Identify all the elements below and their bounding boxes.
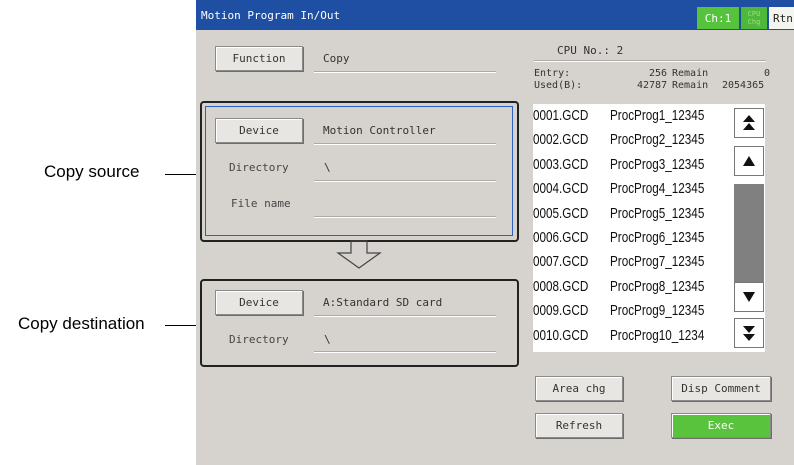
source-directory-underline bbox=[314, 181, 496, 182]
function-button[interactable]: Function bbox=[215, 46, 303, 71]
program-name[interactable]: ProcProg6_12345 bbox=[610, 229, 704, 246]
destination-device-button[interactable]: Device bbox=[215, 290, 303, 315]
file-number[interactable]: 0002.GCD bbox=[533, 131, 588, 148]
destination-device-underline bbox=[314, 316, 496, 317]
refresh-button[interactable]: Refresh bbox=[535, 413, 623, 438]
file-list[interactable]: 0001.GCD ProcProg1_12345 0002.GCD ProcProg2… bbox=[533, 104, 765, 352]
entry-value: 256 bbox=[649, 68, 668, 79]
program-name[interactable]: ProcProg7_12345 bbox=[610, 253, 704, 270]
cpu-number-underline bbox=[534, 61, 766, 62]
source-device-button[interactable]: Device bbox=[215, 118, 303, 143]
double-up-arrow-icon[interactable] bbox=[734, 108, 764, 138]
copy-destination-leader-line bbox=[165, 325, 199, 326]
double-down-arrow-icon[interactable] bbox=[734, 318, 764, 348]
program-name[interactable]: ProcProg3_12345 bbox=[610, 156, 704, 173]
file-number[interactable]: 0005.GCD bbox=[533, 205, 588, 222]
copy-source-callout: Copy source bbox=[44, 162, 140, 181]
channel-button[interactable]: Ch:1 bbox=[697, 7, 739, 29]
function-underline bbox=[314, 72, 496, 73]
program-name[interactable]: ProcProg4_12345 bbox=[610, 180, 704, 197]
source-device-value: Motion Controller bbox=[323, 124, 436, 137]
program-name[interactable]: ProcProg10_1234 bbox=[610, 327, 704, 344]
display-comment-button[interactable]: Disp Comment bbox=[671, 376, 771, 401]
cpu-change-button[interactable]: CPU Chg bbox=[741, 7, 767, 29]
file-number[interactable]: 0003.GCD bbox=[533, 156, 588, 173]
entry-remain-label: Remain bbox=[672, 68, 709, 79]
entry-remain-value: 0 bbox=[764, 68, 771, 79]
file-number[interactable]: 0001.GCD bbox=[533, 107, 588, 124]
copy-source-leader-line bbox=[165, 174, 199, 175]
program-name[interactable]: ProcProg8_12345 bbox=[610, 278, 704, 295]
used-remain-value: 2054365 bbox=[722, 80, 765, 91]
execute-button[interactable]: Exec bbox=[671, 413, 771, 438]
used-label: Used(B): bbox=[534, 80, 583, 91]
destination-device-value: A:Standard SD card bbox=[323, 296, 443, 309]
file-number[interactable]: 0004.GCD bbox=[533, 180, 588, 197]
source-directory-label: Directory bbox=[229, 161, 289, 174]
program-name[interactable]: ProcProg2_12345 bbox=[610, 131, 704, 148]
up-arrow-icon[interactable] bbox=[734, 146, 764, 176]
cpu-number-label: CPU No.: 2 bbox=[557, 44, 624, 57]
source-directory-value[interactable]: \ bbox=[324, 161, 331, 174]
program-name[interactable]: ProcProg1_12345 bbox=[610, 107, 704, 124]
file-number[interactable]: 0008.GCD bbox=[533, 278, 588, 295]
function-value: Copy bbox=[323, 52, 350, 65]
return-button[interactable]: Rtn bbox=[769, 7, 794, 29]
down-arrow-icon[interactable] bbox=[734, 282, 764, 312]
file-list-scrollbar[interactable] bbox=[734, 108, 764, 348]
source-device-underline bbox=[314, 144, 496, 145]
used-remain-label: Remain bbox=[672, 80, 709, 91]
down-arrow-outline-icon bbox=[336, 240, 382, 269]
source-filename-label: File name bbox=[231, 197, 291, 210]
destination-directory-value[interactable]: \ bbox=[324, 333, 331, 346]
file-number[interactable]: 0010.GCD bbox=[533, 327, 588, 344]
file-number[interactable]: 0007.GCD bbox=[533, 253, 588, 270]
source-filename-underline bbox=[314, 217, 496, 218]
window-title: Motion Program In/Out bbox=[201, 9, 341, 22]
program-name[interactable]: ProcProg5_12345 bbox=[610, 205, 704, 222]
entry-label: Entry: bbox=[534, 68, 571, 79]
program-name[interactable]: ProcProg9_12345 bbox=[610, 302, 704, 319]
area-change-button[interactable]: Area chg bbox=[535, 376, 623, 401]
file-number[interactable]: 0009.GCD bbox=[533, 302, 588, 319]
destination-directory-label: Directory bbox=[229, 333, 289, 346]
file-number[interactable]: 0006.GCD bbox=[533, 229, 588, 246]
copy-destination-callout: Copy destination bbox=[18, 314, 145, 333]
used-value: 42787 bbox=[637, 80, 668, 91]
scroll-track[interactable] bbox=[734, 184, 764, 288]
destination-directory-underline bbox=[314, 352, 496, 353]
title-bar: Motion Program In/Out Ch:1 CPU Chg Rtn bbox=[196, 0, 794, 30]
motion-program-screen: Motion Program In/Out Ch:1 CPU Chg Rtn F… bbox=[196, 0, 794, 465]
